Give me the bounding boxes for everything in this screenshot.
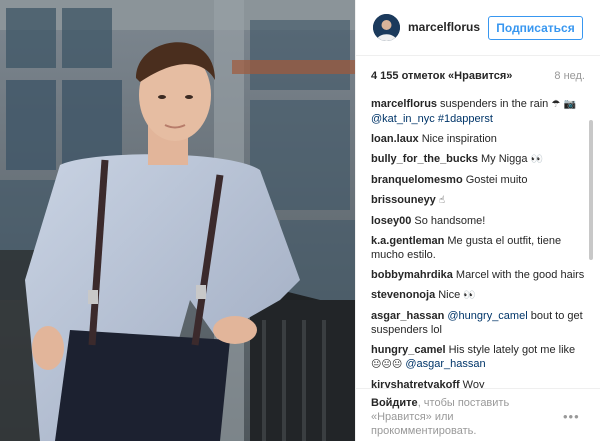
comment-item: branquelomesmo Gostei muito [371,173,587,187]
comment-text: suspenders in the rain [440,98,552,110]
comment-item: brissouneyy ☝ [371,193,587,208]
comment-text: Marcel with the good hairs [455,269,585,281]
post-footer: Войдите, чтобы поставить «Нравится» или … [356,388,600,441]
comment-item: bully_for_the_bucks My Nigga 👀 [371,152,587,167]
follow-button[interactable]: Подписаться [488,16,583,40]
comment-emoji: 👀 [530,154,543,165]
comment-item: loan.laux Nice inspiration [371,132,587,146]
comment-item: bobbymahrdika Marcel with the good hairs [371,268,587,282]
comment-emoji: ☂ [551,99,561,110]
comment-username[interactable]: bobbymahrdika [371,269,453,281]
comment-text: So handsome! [414,215,486,227]
comment-username[interactable]: stevenonoja [371,289,435,301]
comment-text: My Nigga [480,153,531,165]
comment-emoji: 👀 [463,290,476,301]
comment-link[interactable]: @hungry_camel [447,310,527,322]
comment-username[interactable]: asgar_hassan [371,310,444,322]
comment-item: kiryshatretyakoff Woy [371,378,587,388]
comment-text: Gostei muito [465,174,528,186]
comment-item: asgar_hassan @hungry_camel bout to get su… [371,309,587,337]
comments-scrollbar-thumb[interactable] [589,120,593,260]
comment-item: hungry_camel His style lately got me like… [371,343,587,372]
comment-item: losey00 So handsome! [371,214,587,228]
post-author[interactable]: marcelflorus [408,20,480,34]
comment-text: Nice [438,289,464,301]
comment-username[interactable]: brissouneyy [371,194,436,206]
comment-text: His style lately got me like [448,344,576,356]
post-photo-illustration [0,0,355,441]
comment-link[interactable]: @asgar_hassan [405,358,485,370]
comment-username[interactable]: marcelflorus [371,98,437,110]
comment-emoji: 📷 [560,99,576,110]
likes-row: 4 155 отметок «Нравится» 8 нед. [371,70,585,84]
login-link[interactable]: Войдите [371,397,418,409]
comment-text: Nice inspiration [421,133,497,145]
comment-username[interactable]: bully_for_the_bucks [371,153,478,165]
comment-emoji: 😐😐😐 [371,359,403,370]
comment-username[interactable]: branquelomesmo [371,174,463,186]
comment-link[interactable]: @kat_in_nyc [371,113,435,125]
comment-username[interactable]: k.a.gentleman [371,235,444,247]
comment-item: k.a.gentleman Me gusta el outfit, tiene m… [371,234,587,262]
post-header: marcelflorus Подписаться [356,0,600,56]
comment-item: stevenonoja Nice 👀 [371,288,587,303]
comment-text: Woy [462,379,485,388]
comment-username[interactable]: kiryshatretyakoff [371,379,460,388]
post-photo[interactable] [0,0,355,441]
comment-username[interactable]: hungry_camel [371,344,446,356]
login-prompt: Войдите, чтобы поставить «Нравится» или … [371,396,561,438]
post-age[interactable]: 8 нед. [554,70,585,82]
comment-username[interactable]: losey00 [371,215,411,227]
post-panel: marcelflorus Подписаться 4 155 отметок «… [355,0,600,441]
avatar-image [373,14,400,41]
comment-item: marcelflorus suspenders in the rain ☂ 📷 @… [371,97,587,126]
avatar[interactable] [373,14,400,41]
likes-count[interactable]: 4 155 отметок «Нравится» [371,70,512,82]
comments-list[interactable]: marcelflorus suspenders in the rain ☂ 📷 @… [371,97,587,388]
comment-emoji: ☝ [438,195,445,206]
more-options-icon[interactable]: ••• [563,409,580,424]
comment-username[interactable]: loan.laux [371,133,419,145]
comment-link[interactable]: #1dapperst [438,113,493,125]
